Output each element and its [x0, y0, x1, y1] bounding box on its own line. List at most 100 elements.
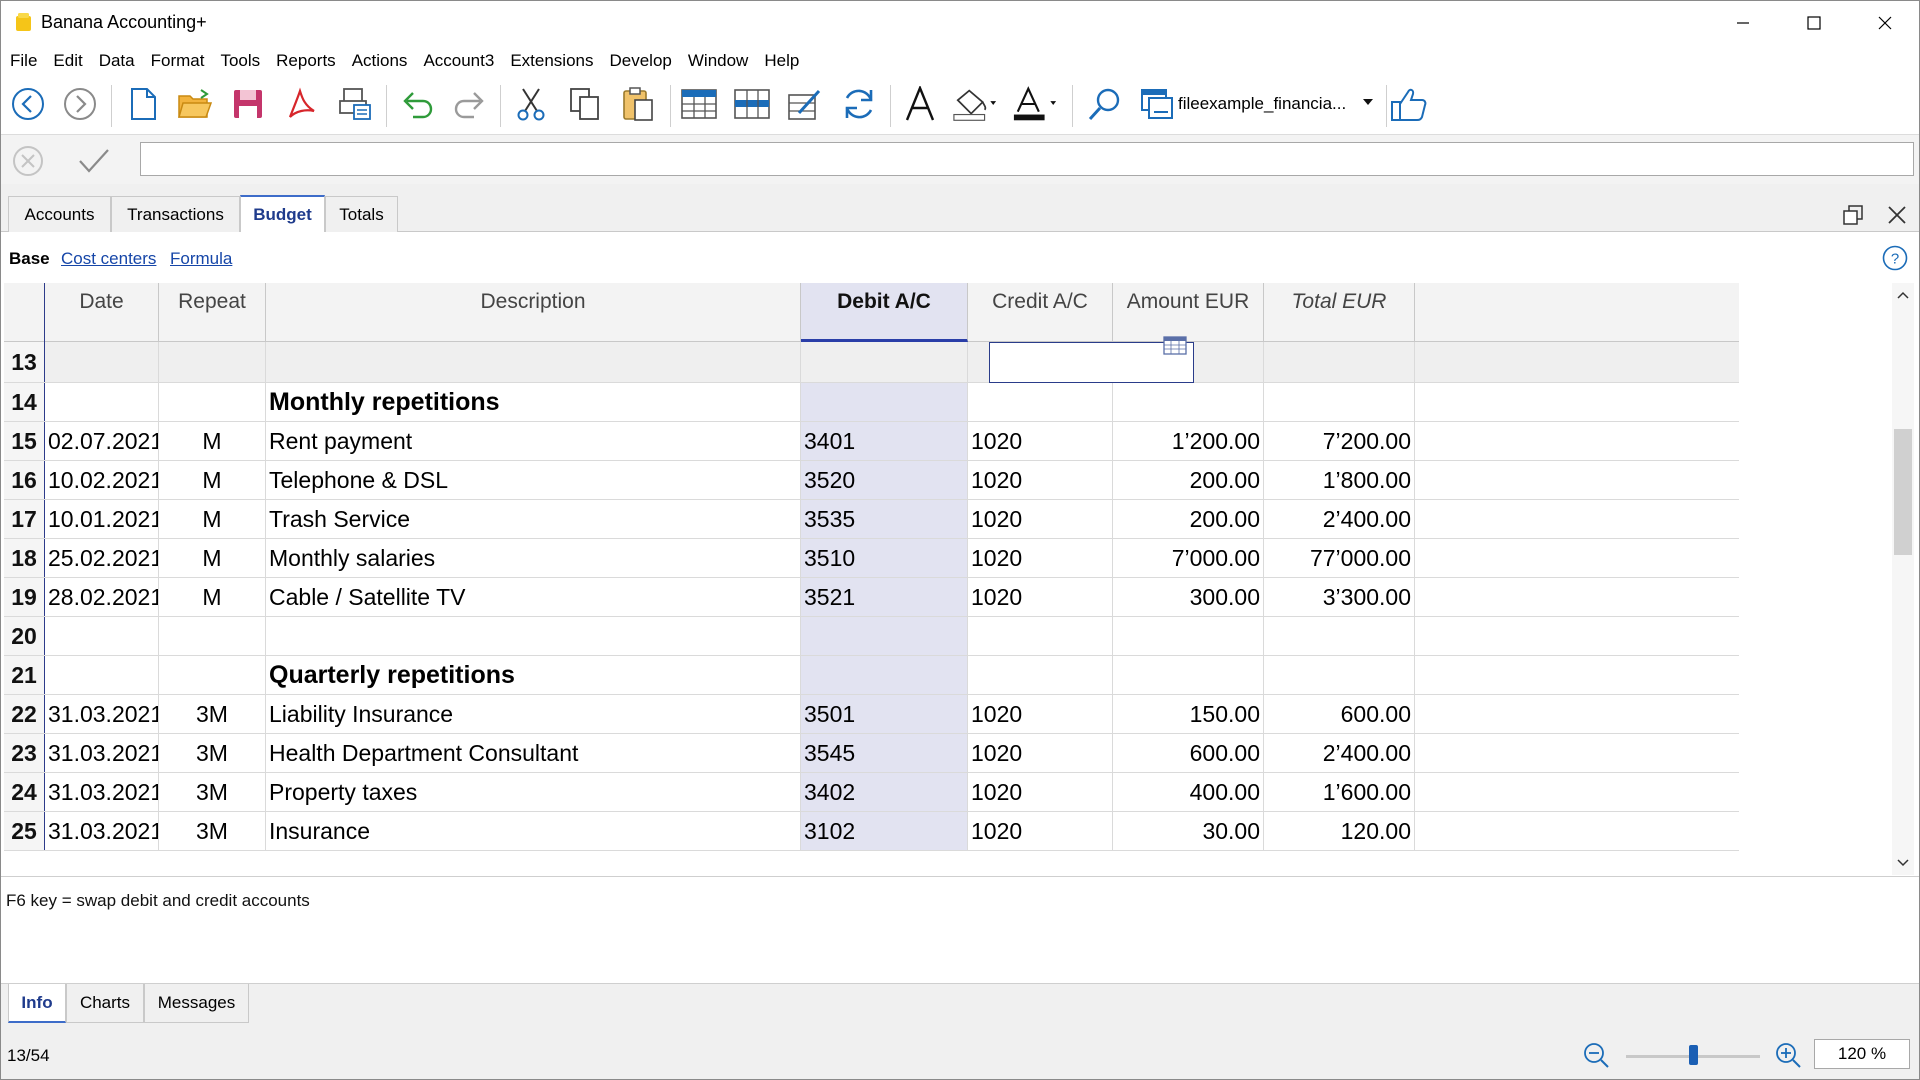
close-window-button[interactable]: [1850, 0, 1920, 46]
debit-account-cell[interactable]: 3402: [801, 773, 968, 811]
scrollbar-thumb[interactable]: [1894, 429, 1912, 555]
menu-extensions[interactable]: Extensions: [502, 51, 601, 71]
close-table-icon[interactable]: [1882, 200, 1912, 230]
description-cell[interactable]: Health Department Consultant: [266, 734, 801, 772]
scroll-down-icon[interactable]: [1892, 851, 1914, 875]
tab-charts[interactable]: Charts: [66, 984, 144, 1023]
date-cell[interactable]: [45, 383, 159, 421]
total-cell[interactable]: 2’400.00: [1264, 500, 1415, 538]
credit-account-cell[interactable]: 1020: [968, 461, 1113, 499]
menu-format[interactable]: Format: [143, 51, 213, 71]
repeat-cell[interactable]: 3M: [159, 734, 266, 772]
fill-color-icon[interactable]: [952, 81, 998, 127]
table-row[interactable]: 18 25.02.2021 M Monthly salaries 3510 1020 7’0…: [4, 539, 1739, 578]
menu-actions[interactable]: Actions: [344, 51, 416, 71]
repeat-cell[interactable]: 3M: [159, 695, 266, 733]
debit-account-cell[interactable]: 3535: [801, 500, 968, 538]
column-header-date[interactable]: Date: [45, 283, 159, 342]
date-cell[interactable]: 31.03.2021: [45, 773, 159, 811]
save-icon[interactable]: [225, 81, 271, 127]
credit-account-cell[interactable]: 1020: [968, 773, 1113, 811]
date-cell[interactable]: [45, 342, 159, 382]
repeat-cell[interactable]: [159, 383, 266, 421]
repeat-cell[interactable]: M: [159, 422, 266, 460]
zoom-level[interactable]: 120 %: [1814, 1039, 1910, 1069]
column-header-amount-eur[interactable]: Amount EUR: [1113, 283, 1264, 342]
credit-account-cell[interactable]: 1020: [968, 422, 1113, 460]
column-header-debit-a-c[interactable]: Debit A/C: [801, 283, 968, 342]
total-cell[interactable]: [1264, 342, 1415, 382]
table-row[interactable]: 13: [4, 342, 1739, 383]
table-row[interactable]: 21 Quarterly repetitions: [4, 656, 1739, 695]
total-cell[interactable]: 600.00: [1264, 695, 1415, 733]
maximize-button[interactable]: [1779, 0, 1849, 46]
date-cell[interactable]: 28.02.2021: [45, 578, 159, 616]
column-header-description[interactable]: Description: [266, 283, 801, 342]
menu-account3[interactable]: Account3: [415, 51, 502, 71]
debit-account-cell[interactable]: 3520: [801, 461, 968, 499]
search-icon[interactable]: [1082, 81, 1128, 127]
credit-account-cell[interactable]: 1020: [968, 695, 1113, 733]
copy-icon[interactable]: [562, 81, 608, 127]
tab-messages[interactable]: Messages: [144, 984, 249, 1023]
menu-data[interactable]: Data: [91, 51, 143, 71]
description-cell[interactable]: Rent payment: [266, 422, 801, 460]
date-cell[interactable]: [45, 656, 159, 694]
menu-help[interactable]: Help: [756, 51, 807, 71]
vertical-scrollbar[interactable]: [1892, 283, 1914, 875]
amount-cell[interactable]: 400.00: [1113, 773, 1264, 811]
repeat-cell[interactable]: M: [159, 461, 266, 499]
move-rows-icon[interactable]: [729, 81, 775, 127]
redo-icon[interactable]: [447, 81, 493, 127]
amount-cell[interactable]: [1113, 617, 1264, 655]
restore-table-icon[interactable]: [1838, 200, 1868, 230]
table-row[interactable]: 20: [4, 617, 1739, 656]
menu-window[interactable]: Window: [680, 51, 756, 71]
amount-cell[interactable]: 7’000.00: [1113, 539, 1264, 577]
tab-totals[interactable]: Totals: [325, 196, 398, 232]
table-row[interactable]: 15 02.07.2021 M Rent payment 3401 1020 1’200.0…: [4, 422, 1739, 461]
amount-cell[interactable]: 1’200.00: [1113, 422, 1264, 460]
total-cell[interactable]: [1264, 656, 1415, 694]
menu-edit[interactable]: Edit: [45, 51, 90, 71]
table-row[interactable]: 19 28.02.2021 M Cable / Satellite TV 3521 102…: [4, 578, 1739, 617]
debit-account-cell[interactable]: 3510: [801, 539, 968, 577]
repeat-cell[interactable]: [159, 617, 266, 655]
cell-edit-input[interactable]: [140, 142, 1914, 176]
confirm-edit-icon[interactable]: [76, 143, 112, 179]
description-cell[interactable]: Insurance: [266, 812, 801, 850]
tab-info[interactable]: Info: [8, 984, 66, 1023]
help-icon[interactable]: ?: [1882, 245, 1908, 271]
amount-cell[interactable]: [1113, 656, 1264, 694]
calendar-icon[interactable]: [1162, 334, 1188, 356]
thumbs-up-icon[interactable]: [1386, 81, 1432, 127]
credit-account-cell[interactable]: [968, 656, 1113, 694]
debit-account-cell[interactable]: 3501: [801, 695, 968, 733]
table-row[interactable]: 16 10.02.2021 M Telephone & DSL 3520 1020 200.…: [4, 461, 1739, 500]
description-cell[interactable]: Monthly repetitions: [266, 383, 801, 421]
credit-account-cell[interactable]: 1020: [968, 812, 1113, 850]
view-base[interactable]: Base: [9, 249, 50, 269]
view-cost-centers[interactable]: Cost centers: [61, 249, 156, 269]
debit-account-cell[interactable]: [801, 656, 968, 694]
menu-file[interactable]: File: [2, 51, 45, 71]
amount-cell[interactable]: 600.00: [1113, 734, 1264, 772]
table-row[interactable]: 24 31.03.2021 3M Property taxes 3402 1020 400.…: [4, 773, 1739, 812]
repeat-cell[interactable]: 3M: [159, 812, 266, 850]
table-row[interactable]: 22 31.03.2021 3M Liability Insurance 3501 102…: [4, 695, 1739, 734]
date-cell[interactable]: 02.07.2021: [45, 422, 159, 460]
total-cell[interactable]: 7’200.00: [1264, 422, 1415, 460]
description-cell[interactable]: Telephone & DSL: [266, 461, 801, 499]
debit-account-cell[interactable]: 3401: [801, 422, 968, 460]
description-cell[interactable]: [266, 617, 801, 655]
recalculate-icon[interactable]: [836, 81, 882, 127]
credit-account-cell[interactable]: 1020: [968, 734, 1113, 772]
description-cell[interactable]: [266, 342, 801, 382]
description-cell[interactable]: Cable / Satellite TV: [266, 578, 801, 616]
amount-cell[interactable]: 150.00: [1113, 695, 1264, 733]
insert-rows-icon[interactable]: [676, 81, 722, 127]
back-icon[interactable]: [5, 81, 51, 127]
total-cell[interactable]: 120.00: [1264, 812, 1415, 850]
table-row[interactable]: 17 10.01.2021 M Trash Service 3535 1020 200.00…: [4, 500, 1739, 539]
file-selector[interactable]: fileexample_financia...: [1138, 85, 1380, 123]
